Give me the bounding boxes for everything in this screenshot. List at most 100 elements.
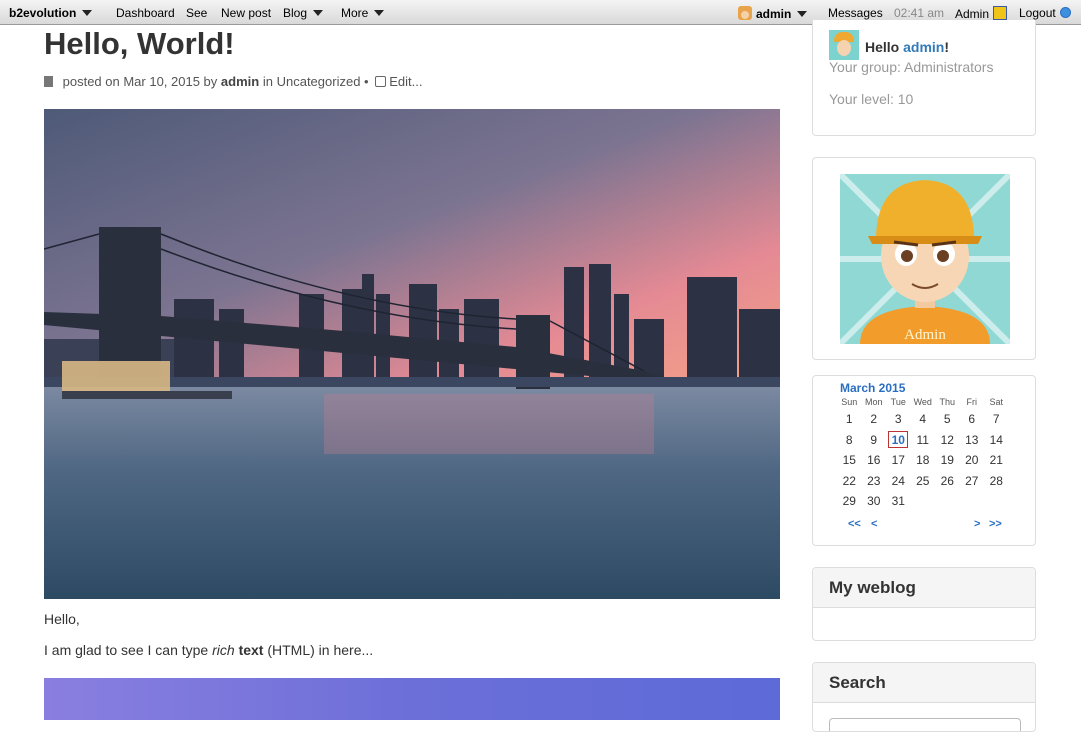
- user-avatar-icon: [738, 6, 752, 20]
- user-group: Your group: Administrators: [829, 59, 994, 75]
- day-header: Sun: [841, 397, 858, 407]
- messages-link[interactable]: Messages: [828, 6, 883, 20]
- text-word: text: [238, 642, 264, 658]
- calendar-day: 30: [867, 494, 881, 509]
- today-number[interactable]: 10: [888, 431, 909, 449]
- calendar-week: 22 23 24 25 26 27 28: [837, 471, 1009, 492]
- logout-link[interactable]: Logout: [1019, 6, 1071, 20]
- calendar-day: 18: [916, 453, 930, 468]
- post-image-second: [44, 678, 780, 720]
- calendar-week: 15 16 17 18 19 20 21: [837, 450, 1009, 471]
- calendar-day: 11: [916, 432, 929, 447]
- calendar-widget: March 2015 Sun Mon Tue Wed Thu Fri Sat 1…: [812, 375, 1036, 546]
- calendar-day: 19: [940, 453, 954, 468]
- user-menu-label: admin: [756, 7, 792, 21]
- weblog-title: My weblog: [813, 568, 1035, 608]
- clock-time: 02:41 am: [894, 6, 945, 20]
- edit-link[interactable]: Edit...: [389, 74, 422, 89]
- calendar-prev-year[interactable]: <<: [848, 518, 861, 530]
- weblog-widget: My weblog: [812, 567, 1036, 641]
- brand-menu[interactable]: b2evolution: [9, 6, 93, 20]
- calendar-day: 6: [968, 412, 976, 427]
- day-header: Thu: [939, 397, 955, 407]
- rich-word: rich: [212, 642, 235, 658]
- calendar-day-today[interactable]: 10: [886, 430, 911, 451]
- day-header: Wed: [913, 397, 932, 407]
- see-link[interactable]: See: [186, 6, 207, 20]
- calendar-next-year[interactable]: >>: [989, 518, 1002, 530]
- calendar-day: 28: [989, 473, 1003, 488]
- more-label: More: [341, 6, 369, 20]
- calendar-day: 20: [965, 453, 979, 468]
- calendar-day: 7: [992, 412, 1000, 427]
- edit-icon[interactable]: [375, 76, 387, 87]
- calendar-day: 9: [870, 432, 878, 447]
- category-link[interactable]: Uncategorized: [277, 74, 361, 89]
- new-post-link[interactable]: New post: [221, 6, 271, 20]
- post-title[interactable]: Hello, World!: [44, 26, 235, 62]
- meta-in: in: [262, 74, 273, 89]
- hello-line: Hello admin!: [829, 30, 949, 60]
- user-menu[interactable]: admin: [738, 6, 808, 21]
- calendar-month[interactable]: March 2015: [840, 381, 905, 395]
- calendar-day: 29: [842, 494, 856, 509]
- para2-start: I am glad to see I can type: [44, 642, 209, 658]
- blog-menu[interactable]: Blog: [283, 6, 324, 20]
- post-paragraph-2: I am glad to see I can type rich text (H…: [44, 642, 373, 658]
- calendar-day: 23: [867, 473, 881, 488]
- day-header: Tue: [890, 397, 906, 407]
- calendar-day: 21: [989, 453, 1003, 468]
- calendar-day: 8: [845, 432, 853, 447]
- calendar-day: 26: [940, 473, 954, 488]
- day-header: Fri: [966, 397, 978, 407]
- chevron-down-icon: [797, 11, 808, 17]
- calendar-day: [911, 491, 936, 512]
- document-icon: [44, 76, 53, 87]
- admin-panel-icon: [993, 6, 1008, 20]
- calendar-day: 16: [867, 453, 881, 468]
- calendar-day: 25: [916, 473, 930, 488]
- brand-label: b2evolution: [9, 6, 77, 20]
- calendar-day: 15: [842, 453, 856, 468]
- calendar-day: [960, 491, 985, 512]
- user-avatar[interactable]: [829, 30, 859, 60]
- meta-posted-on: posted on Mar 10, 2015 by: [62, 74, 218, 89]
- post-image-skyline: [44, 109, 780, 599]
- search-widget: Search: [812, 662, 1036, 732]
- calendar-day: [984, 491, 1009, 512]
- user-name-link[interactable]: admin: [903, 39, 944, 55]
- calendar-grid: Sun Mon Tue Wed Thu Fri Sat 1 2 3 4 5 6 …: [837, 395, 1009, 512]
- calendar-day: 12: [940, 432, 954, 447]
- calendar-day: 3: [894, 412, 902, 427]
- blog-label: Blog: [283, 6, 308, 20]
- day-header: Sat: [989, 397, 1003, 407]
- author-link[interactable]: admin: [221, 74, 259, 89]
- post-meta: posted on Mar 10, 2015 by admin in Uncat…: [44, 74, 422, 89]
- calendar-week: 29 30 31: [837, 491, 1009, 512]
- search-title: Search: [813, 663, 1035, 703]
- calendar-prev-month[interactable]: <: [871, 518, 877, 530]
- admin-avatar-image[interactable]: Admin: [840, 174, 1010, 344]
- calendar-day: 13: [965, 432, 979, 447]
- user-widget: Hello admin! Your group: Administrators …: [812, 20, 1036, 136]
- logout-label: Logout: [1019, 6, 1056, 20]
- calendar-day: 14: [989, 432, 1003, 447]
- calendar-day: 17: [891, 453, 905, 468]
- dashboard-link[interactable]: Dashboard: [116, 6, 175, 20]
- para2-end: (HTML) in here...: [267, 642, 374, 658]
- calendar-day: 4: [919, 412, 927, 427]
- hello-text: Hello: [865, 39, 900, 55]
- more-menu[interactable]: More: [341, 6, 385, 20]
- meta-separator: •: [364, 74, 369, 89]
- post-paragraph-1: Hello,: [44, 611, 80, 627]
- avatar-widget: Admin: [812, 157, 1036, 360]
- calendar-week: 8 9 10 11 12 13 14: [837, 430, 1009, 451]
- chevron-down-icon: [374, 10, 385, 16]
- skyline-photo-svg: [44, 109, 780, 599]
- avatar-label: Admin: [904, 327, 946, 343]
- calendar-day: 24: [891, 473, 905, 488]
- calendar-next-month[interactable]: >: [974, 518, 980, 530]
- admin-link[interactable]: Admin: [955, 6, 1008, 21]
- chevron-down-icon: [313, 10, 324, 16]
- calendar-day: 27: [965, 473, 979, 488]
